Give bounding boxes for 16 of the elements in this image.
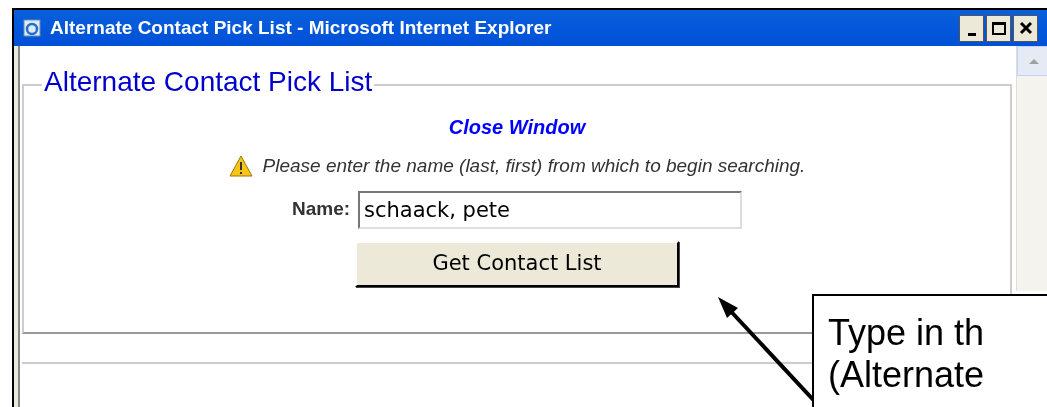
name-field[interactable]: schaack, pete [358,190,743,229]
get-contact-list-button[interactable]: Get Contact List [355,240,679,287]
browser-icon [22,18,42,38]
instruction-text: Please enter the name (last, first) from which to begin searching. [262,154,806,178]
window-title: Alternate Contact Pick List - Microsoft Internet Explorer [50,15,553,40]
close-button[interactable] [1013,14,1038,42]
close-window-link[interactable]: Close Window [448,112,586,142]
up-arrow-icon [1027,57,1040,65]
vertical-scrollbar[interactable] [1016,46,1047,291]
callout-text: Type in th [828,312,986,354]
name-label: Name: [291,197,351,222]
close-icon [1018,21,1033,35]
warning-icon [228,155,253,178]
callout-text: (Alternate [828,354,986,396]
maximize-button[interactable] [986,14,1011,42]
minimize-button[interactable] [959,14,984,42]
